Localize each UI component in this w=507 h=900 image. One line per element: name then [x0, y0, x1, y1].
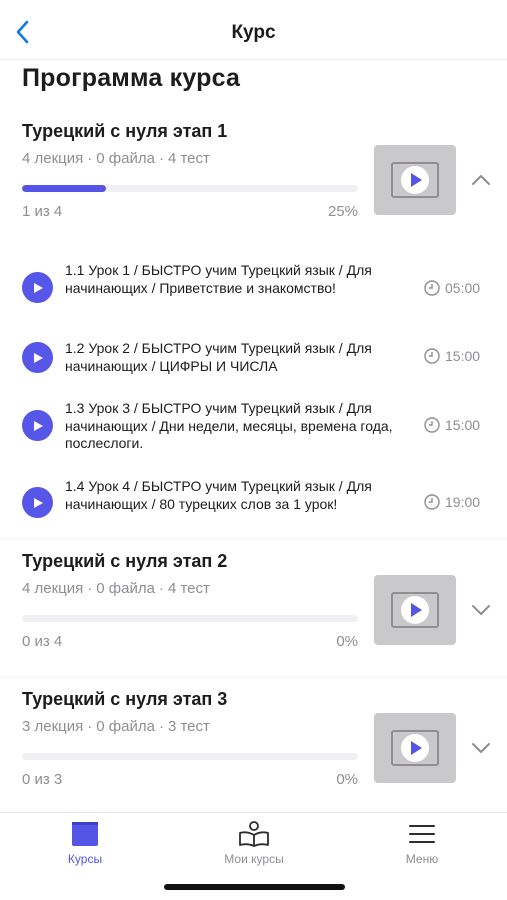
lesson-item[interactable]: 1.1 Урок 1 / БЫСТРО учим Турецкий язык /… — [0, 262, 507, 328]
lesson-duration: 15:00 — [424, 348, 480, 364]
chevron-down-icon — [472, 605, 490, 615]
module-meta: 4 лекция · 0 файла · 4 тест — [22, 580, 210, 597]
lesson-duration: 05:00 — [424, 280, 480, 296]
module-meta: 3 лекция · 0 файла · 3 тест — [22, 718, 210, 735]
play-icon — [33, 497, 43, 508]
expand-button[interactable] — [468, 597, 494, 623]
lectures-count: 3 лекция — [22, 718, 84, 735]
tab-menu[interactable]: Меню — [362, 821, 482, 866]
menu-icon — [409, 825, 435, 843]
page-title: Программа курса — [22, 64, 241, 92]
nav-title: Курс — [231, 22, 276, 43]
module-thumbnail[interactable] — [374, 575, 456, 645]
progress-bar — [22, 615, 358, 622]
tests-count: 4 тест — [167, 150, 210, 167]
lesson-play-button[interactable] — [22, 342, 53, 373]
lesson-duration: 19:00 — [424, 494, 480, 510]
lesson-title: 1.4 Урок 4 / БЫСТРО учим Турецкий язык /… — [65, 478, 372, 512]
clock-icon — [424, 280, 440, 296]
progress-percent: 0% — [336, 771, 358, 788]
lesson-play-button[interactable] — [22, 272, 53, 303]
lectures-count: 4 лекция — [22, 580, 84, 597]
meta-separator: · — [87, 718, 93, 735]
play-icon — [33, 282, 43, 293]
progress-count: 0 из 3 — [22, 771, 63, 788]
reader-icon — [239, 821, 269, 847]
files-count: 0 файла — [96, 150, 155, 167]
tab-label: Меню — [405, 852, 439, 866]
expand-button[interactable] — [468, 735, 494, 761]
video-play-icon — [391, 592, 439, 628]
progress-percent: 25% — [327, 203, 358, 220]
lectures-count: 4 лекция — [22, 150, 84, 167]
clock-icon — [424, 417, 440, 433]
meta-separator: · — [158, 580, 164, 597]
module-card[interactable]: Турецкий с нуля этап 1 4 лекция · 0 файла ·… — [0, 110, 507, 248]
tab-label: Мои курсы — [224, 852, 284, 866]
tab-label: Курсы — [67, 852, 103, 866]
meta-separator: · — [158, 718, 164, 735]
duration-label: 15:00 — [445, 348, 481, 364]
video-play-icon — [391, 730, 439, 766]
tab-courses[interactable]: Курсы — [25, 821, 145, 866]
module-title: Турецкий с нуля этап 2 — [22, 551, 228, 571]
clock-icon — [424, 494, 440, 510]
book-icon — [72, 822, 98, 846]
progress-percent: 0% — [336, 633, 358, 650]
lesson-play-button[interactable] — [22, 410, 53, 441]
module-meta: 4 лекция · 0 файла · 4 тест — [22, 150, 210, 167]
duration-label: 19:00 — [445, 494, 481, 510]
lesson-play-button[interactable] — [22, 487, 53, 518]
lesson-item[interactable]: 1.2 Урок 2 / БЫСТРО учим Турецкий язык /… — [0, 340, 507, 388]
navigation-bar: Курс — [0, 0, 507, 60]
module-card[interactable]: Турецкий с нуля этап 3 3 лекция · 0 файла ·… — [0, 678, 507, 812]
meta-separator: · — [158, 150, 164, 167]
tests-count: 4 тест — [167, 580, 210, 597]
lesson-title: 1.1 Урок 1 / БЫСТРО учим Турецкий язык /… — [65, 262, 372, 296]
lesson-title: 1.2 Урок 2 / БЫСТРО учим Турецкий язык /… — [65, 340, 372, 374]
collapse-button[interactable] — [468, 167, 494, 193]
clock-icon — [424, 348, 440, 364]
lesson-item[interactable]: 1.3 Урок 3 / БЫСТРО учим Турецкий язык /… — [0, 400, 507, 466]
lesson-duration: 15:00 — [424, 417, 480, 433]
meta-separator: · — [87, 580, 93, 597]
duration-label: 15:00 — [445, 417, 481, 433]
home-indicator — [164, 884, 345, 890]
tests-count: 3 тест — [167, 718, 210, 735]
module-thumbnail[interactable] — [374, 713, 456, 783]
progress-count: 1 из 4 — [22, 203, 63, 220]
progress-bar — [22, 185, 358, 192]
tab-my-courses[interactable]: Мои курсы — [194, 821, 314, 866]
module-title: Турецкий с нуля этап 1 — [22, 121, 228, 141]
module-title: Турецкий с нуля этап 3 — [22, 689, 228, 709]
play-icon — [33, 420, 43, 431]
duration-label: 05:00 — [445, 280, 481, 296]
module-thumbnail[interactable] — [374, 145, 456, 215]
video-play-icon — [391, 162, 439, 198]
chevron-down-icon — [472, 743, 490, 753]
lesson-title: 1.3 Урок 3 / БЫСТРО учим Турецкий язык /… — [65, 400, 393, 451]
chevron-up-icon — [472, 175, 490, 185]
play-icon — [33, 352, 43, 363]
module-card[interactable]: Турецкий с нуля этап 2 4 лекция · 0 файла ·… — [0, 540, 507, 676]
meta-separator: · — [87, 150, 93, 167]
lesson-item[interactable]: 1.4 Урок 4 / БЫСТРО учим Турецкий язык /… — [0, 478, 507, 544]
progress-fill — [22, 185, 106, 192]
progress-bar — [22, 753, 358, 760]
files-count: 0 файла — [96, 580, 155, 597]
progress-count: 0 из 4 — [22, 633, 63, 650]
files-count: 0 файла — [96, 718, 155, 735]
